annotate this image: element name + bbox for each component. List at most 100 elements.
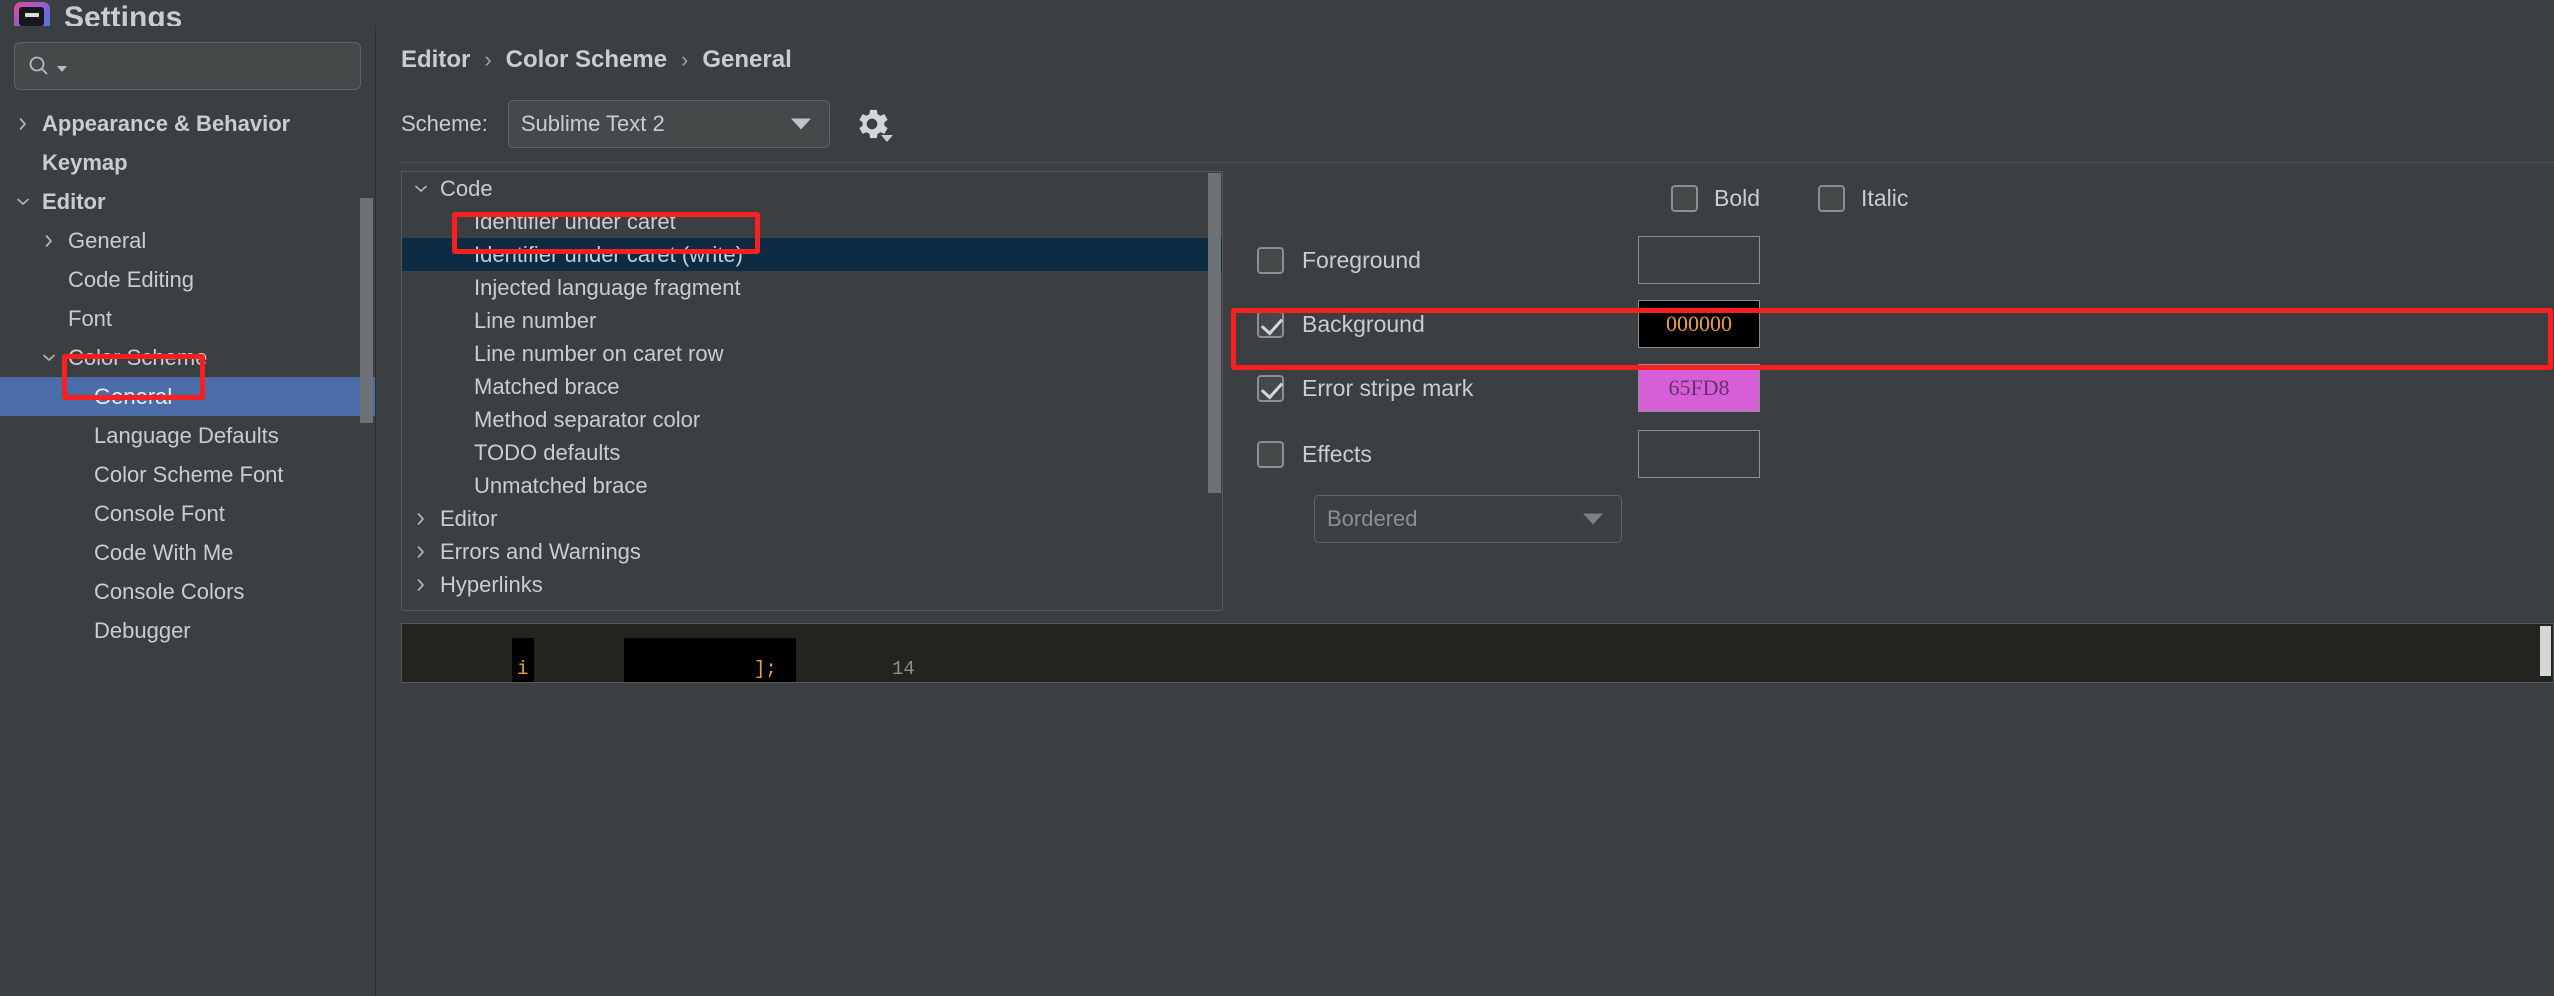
- attribute-label: Matched brace: [474, 373, 620, 399]
- italic-checkbox-group[interactable]: Italic: [1818, 185, 1908, 212]
- sidebar-item-editor[interactable]: Editor: [0, 182, 375, 221]
- error-stripe-mark-color-swatch[interactable]: 65FD8: [1638, 364, 1760, 412]
- header-divider: [401, 162, 2554, 163]
- sidebar-item-appearance-behavior[interactable]: Appearance & Behavior: [0, 104, 375, 143]
- attribute-label: Identifier under caret: [474, 208, 676, 234]
- italic-checkbox[interactable]: [1818, 185, 1846, 212]
- attribute-list: Code Identifier under caret Identifier und…: [402, 172, 1222, 601]
- attribute-label: Code: [440, 175, 493, 201]
- bold-checkbox-group[interactable]: Bold: [1671, 185, 1760, 212]
- attribute-row[interactable]: Editor: [402, 502, 1222, 535]
- search-input[interactable]: [73, 55, 348, 77]
- breadcrumb-separator: ›: [484, 47, 492, 72]
- preview-scrollbar[interactable]: [2540, 626, 2551, 676]
- effects-label: Effects: [1302, 440, 1372, 467]
- sidebar-item-language-defaults[interactable]: Language Defaults: [0, 416, 375, 455]
- sidebar-item-font[interactable]: Font: [0, 299, 375, 338]
- attribute-label: Injected language fragment: [474, 274, 741, 300]
- background-checkbox[interactable]: [1257, 310, 1284, 338]
- sidebar-item-label: Color Scheme Font: [94, 461, 284, 487]
- breadcrumb-separator: ›: [681, 47, 689, 72]
- sidebar-item-label: Debugger: [94, 617, 191, 643]
- sidebar-item-console-font[interactable]: Console Font: [0, 494, 375, 533]
- attribute-tree-scrollbar[interactable]: [1208, 173, 1221, 493]
- sidebar-item-label: Appearance & Behavior: [42, 110, 291, 136]
- sidebar-item-code-editing[interactable]: Code Editing: [0, 260, 375, 299]
- scheme-select[interactable]: Sublime Text 2: [507, 100, 830, 148]
- sidebar-item-label: Console Colors: [94, 578, 245, 604]
- sidebar-item-code-with-me[interactable]: Code With Me: [0, 533, 375, 572]
- chevron-down-icon[interactable]: [10, 194, 36, 210]
- foreground-color-swatch[interactable]: [1638, 236, 1760, 284]
- breadcrumb-item-editor[interactable]: Editor: [401, 46, 470, 74]
- search-box[interactable]: [14, 42, 361, 90]
- background-color-swatch[interactable]: 000000: [1638, 300, 1760, 348]
- attribute-row[interactable]: Identifier under caret (write): [402, 238, 1222, 271]
- bold-checkbox[interactable]: [1671, 185, 1698, 212]
- italic-label: Italic: [1861, 185, 1909, 211]
- chevron-right-icon[interactable]: [10, 116, 36, 132]
- sidebar-item-label: Code Editing: [68, 266, 194, 292]
- background-color-value: 000000: [1666, 311, 1732, 336]
- effects-row: Effects: [1257, 427, 2554, 481]
- attribute-row[interactable]: Hyperlinks: [402, 568, 1222, 601]
- attribute-row[interactable]: Unmatched brace: [402, 469, 1222, 502]
- attribute-row[interactable]: Identifier under caret: [402, 205, 1222, 238]
- sidebar-item-console-colors[interactable]: Console Colors: [0, 572, 375, 611]
- attribute-row[interactable]: Errors and Warnings: [402, 535, 1222, 568]
- scheme-preview[interactable]: i ]; 14: [401, 623, 2554, 683]
- breadcrumb: Editor › Color Scheme › General: [377, 26, 2554, 74]
- sidebar-item-label: Keymap: [42, 149, 128, 175]
- sidebar-scrollbar[interactable]: [360, 198, 373, 423]
- attribute-row[interactable]: Line number on caret row: [402, 337, 1222, 370]
- error-stripe-mark-row: Error stripe mark 65FD8: [1257, 361, 2554, 415]
- chevron-right-icon[interactable]: [402, 511, 440, 527]
- attribute-label: Identifier under caret (write): [474, 241, 743, 267]
- main-panel: Editor › Color Scheme › General Scheme: Subl…: [377, 26, 2554, 996]
- chevron-down-icon: [790, 118, 811, 130]
- chevron-down-icon[interactable]: [402, 181, 440, 197]
- sidebar-item-color-scheme[interactable]: Color Scheme: [0, 338, 375, 377]
- scheme-settings-button[interactable]: [850, 102, 894, 146]
- attribute-row[interactable]: Injected language fragment: [402, 271, 1222, 304]
- sidebar-item-general[interactable]: General: [0, 377, 375, 416]
- attribute-label: TODO defaults: [474, 439, 621, 465]
- chevron-down-icon: [1583, 513, 1603, 525]
- breadcrumb-item-general: General: [702, 46, 792, 73]
- attribute-row[interactable]: TODO defaults: [402, 436, 1222, 469]
- sidebar-item-keymap[interactable]: Keymap: [0, 143, 375, 182]
- search-icon: [29, 56, 48, 75]
- effects-color-swatch[interactable]: [1638, 430, 1760, 478]
- effects-checkbox[interactable]: [1257, 440, 1284, 468]
- attribute-row[interactable]: Method separator color: [402, 403, 1222, 436]
- breadcrumb-item-color-scheme[interactable]: Color Scheme: [506, 46, 667, 74]
- attribute-row[interactable]: Code: [402, 172, 1222, 205]
- chevron-right-icon[interactable]: [402, 544, 440, 560]
- foreground-row: Foreground: [1257, 233, 2554, 287]
- search-dropdown-caret[interactable]: [57, 66, 67, 72]
- attribute-row[interactable]: Matched brace: [402, 370, 1222, 403]
- sidebar-item-label: Console Font: [94, 500, 225, 526]
- sidebar-item-label: Font: [68, 305, 113, 331]
- sidebar-item-label: Code With Me: [94, 539, 234, 565]
- scheme-row: Scheme: Sublime Text 2: [377, 74, 2554, 148]
- search-container: [0, 26, 375, 90]
- attribute-row[interactable]: Line number: [402, 304, 1222, 337]
- chevron-right-icon[interactable]: [36, 233, 62, 249]
- attribute-label: Method separator color: [474, 406, 701, 432]
- sidebar-item-debugger[interactable]: Debugger: [0, 611, 375, 650]
- background-label: Background: [1302, 310, 1425, 337]
- chevron-down-icon[interactable]: [36, 350, 62, 366]
- attribute-label: Line number: [474, 307, 597, 333]
- sidebar-item-general[interactable]: General: [0, 221, 375, 260]
- error-stripe-mark-label: Error stripe mark: [1302, 374, 1474, 401]
- effects-type-select[interactable]: Bordered: [1314, 495, 1622, 543]
- sidebar-item-label: Language Defaults: [94, 422, 279, 448]
- sidebar-item-color-scheme-font[interactable]: Color Scheme Font: [0, 455, 375, 494]
- error-stripe-mark-checkbox[interactable]: [1257, 374, 1284, 402]
- sidebar-item-label: General: [94, 383, 173, 409]
- foreground-checkbox[interactable]: [1257, 246, 1284, 274]
- chevron-right-icon[interactable]: [402, 577, 440, 593]
- attribute-label: Errors and Warnings: [440, 538, 641, 564]
- settings-sidebar: Appearance & Behavior Keymap Editor General…: [0, 26, 376, 996]
